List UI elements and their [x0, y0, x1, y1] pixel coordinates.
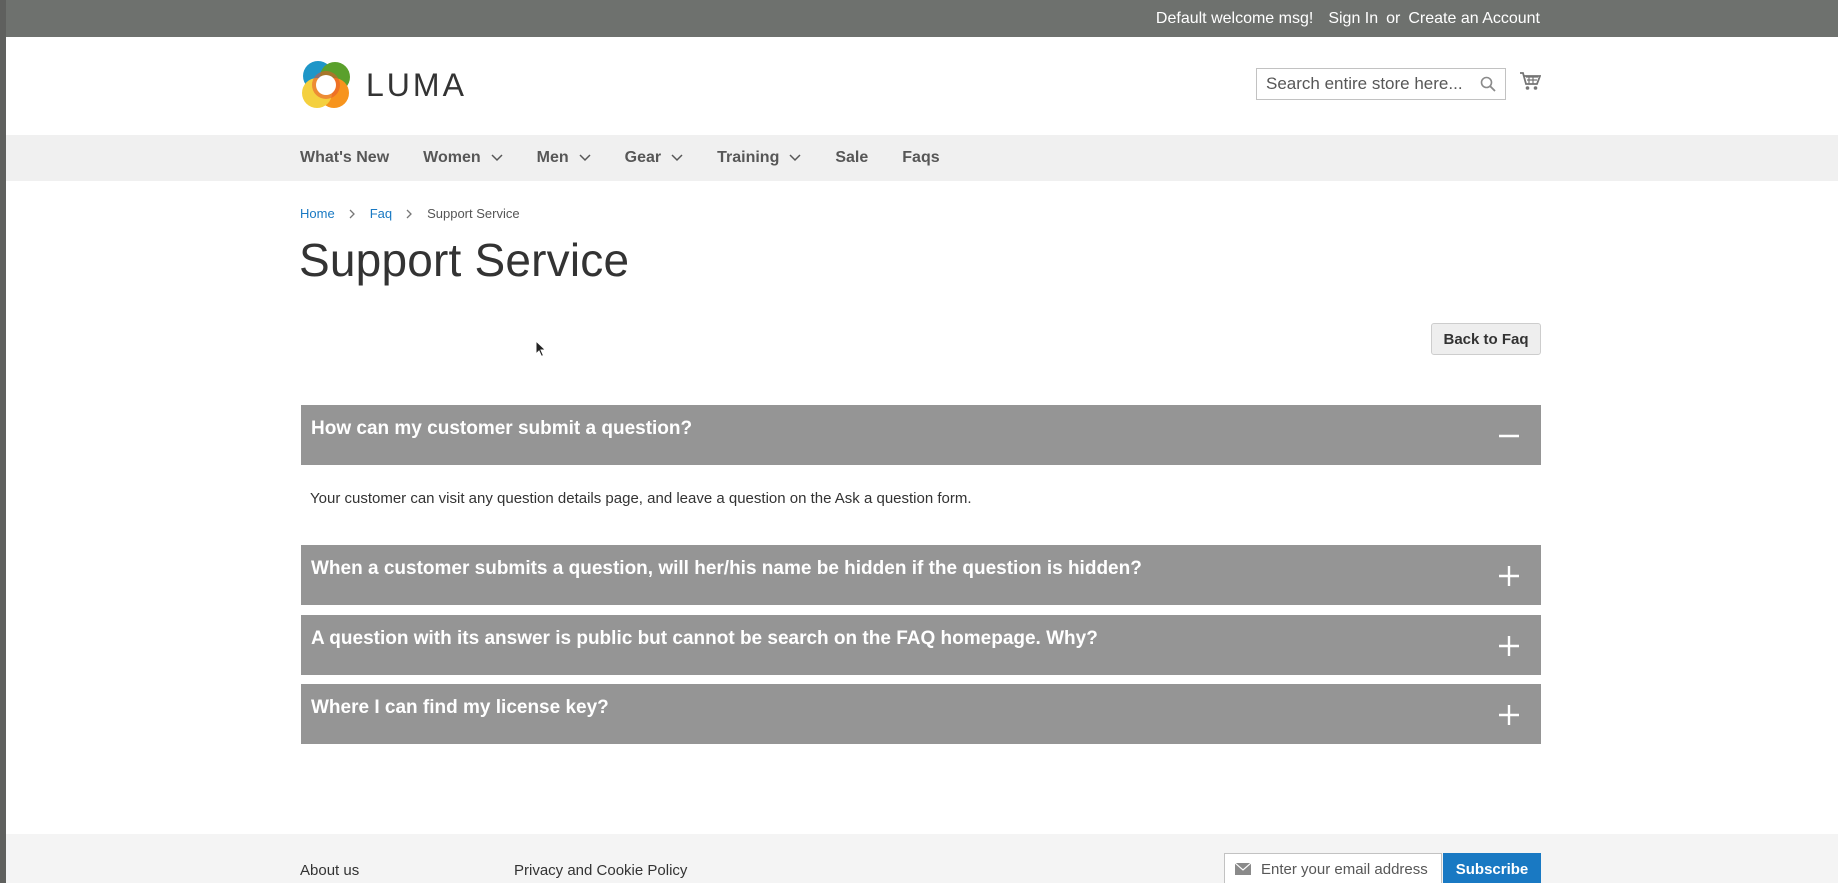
faq-question-1[interactable]: How can my customer submit a question?: [301, 405, 1541, 465]
chevron-right-icon: [349, 209, 355, 218]
mouse-cursor-icon: [535, 340, 547, 358]
faq-question-text: Where I can find my license key?: [311, 697, 609, 718]
faq-question-4[interactable]: Where I can find my license key?: [301, 684, 1541, 744]
header-links: Default welcome msg! Sign In or Create a…: [1156, 0, 1540, 37]
nav-item-training[interactable]: Training: [717, 149, 801, 167]
chevron-down-icon: [671, 154, 683, 162]
nav-item-gear[interactable]: Gear: [625, 149, 683, 167]
faq-question-2[interactable]: When a customer submits a question, will…: [301, 545, 1541, 605]
search-icon[interactable]: [1480, 76, 1496, 92]
plus-icon[interactable]: [1498, 704, 1520, 726]
faq-question-text: A question with its answer is public but…: [311, 628, 1098, 649]
nav-item-label: Gear: [624, 149, 662, 166]
breadcrumb-current: Support Service: [427, 206, 520, 221]
faq-question-text: How can my customer submit a question?: [311, 418, 693, 439]
luma-logo-icon: [302, 61, 350, 108]
chevron-right-icon: [406, 209, 413, 218]
nav-item-label: Faqs: [902, 149, 940, 166]
sign-in-link[interactable]: Sign In: [1328, 10, 1378, 28]
header: LUMA: [0, 37, 1838, 135]
subscribe-button[interactable]: Subscribe: [1443, 853, 1541, 883]
nav-item-label: Training: [717, 149, 780, 166]
top-panel: Default welcome msg! Sign In or Create a…: [0, 0, 1838, 37]
footer: About us Privacy and Cookie Policy Subsc…: [0, 834, 1838, 883]
nav-item-sale[interactable]: Sale: [835, 149, 868, 167]
newsletter-field: [1224, 853, 1442, 883]
cart-icon[interactable]: [1519, 70, 1541, 92]
plus-icon[interactable]: [1498, 565, 1520, 587]
welcome-message: Default welcome msg!: [1155, 9, 1314, 27]
page-title: Support Service: [299, 234, 630, 286]
minus-icon[interactable]: [1498, 425, 1520, 447]
breadcrumb-faq[interactable]: Faq: [370, 206, 392, 221]
nav-item-women[interactable]: Women: [423, 149, 503, 167]
nav-item-label: Men: [536, 149, 569, 166]
footer-privacy-link[interactable]: Privacy and Cookie Policy: [514, 862, 687, 879]
faq-answer-1: Your customer can visit any question det…: [310, 490, 972, 507]
search-input[interactable]: [1257, 70, 1467, 98]
nav-item-label: Sale: [835, 149, 869, 166]
window-edge: [0, 0, 6, 883]
chevron-down-icon: [789, 154, 801, 162]
create-account-link[interactable]: Create an Account: [1408, 10, 1540, 28]
logo-text: LUMA: [366, 66, 467, 103]
nav-item-faqs[interactable]: Faqs: [902, 149, 939, 167]
chevron-down-icon: [579, 154, 591, 162]
back-to-faq-button[interactable]: Back to Faq: [1431, 323, 1541, 355]
nav-item-whats-new[interactable]: What's New: [300, 149, 389, 167]
or-separator: or: [1386, 9, 1401, 27]
envelope-icon: [1235, 863, 1251, 875]
nav-item-men[interactable]: Men: [537, 149, 591, 167]
breadcrumb: Home Faq Support Service: [300, 206, 520, 221]
nav-item-label: What's New: [300, 149, 390, 166]
newsletter-email-input[interactable]: [1261, 855, 1441, 883]
chevron-down-icon: [491, 154, 503, 162]
search-box: [1256, 68, 1506, 100]
faq-question-3[interactable]: A question with its answer is public but…: [301, 615, 1541, 675]
logo[interactable]: LUMA: [300, 59, 467, 111]
main-navigation: What's New Women Men Gear Training Sale …: [0, 135, 1838, 181]
faq-question-text: When a customer submits a question, will…: [311, 558, 1142, 579]
footer-about-link[interactable]: About us: [300, 862, 359, 879]
plus-icon[interactable]: [1498, 635, 1520, 657]
breadcrumb-home[interactable]: Home: [300, 206, 335, 221]
nav-item-label: Women: [423, 149, 481, 166]
